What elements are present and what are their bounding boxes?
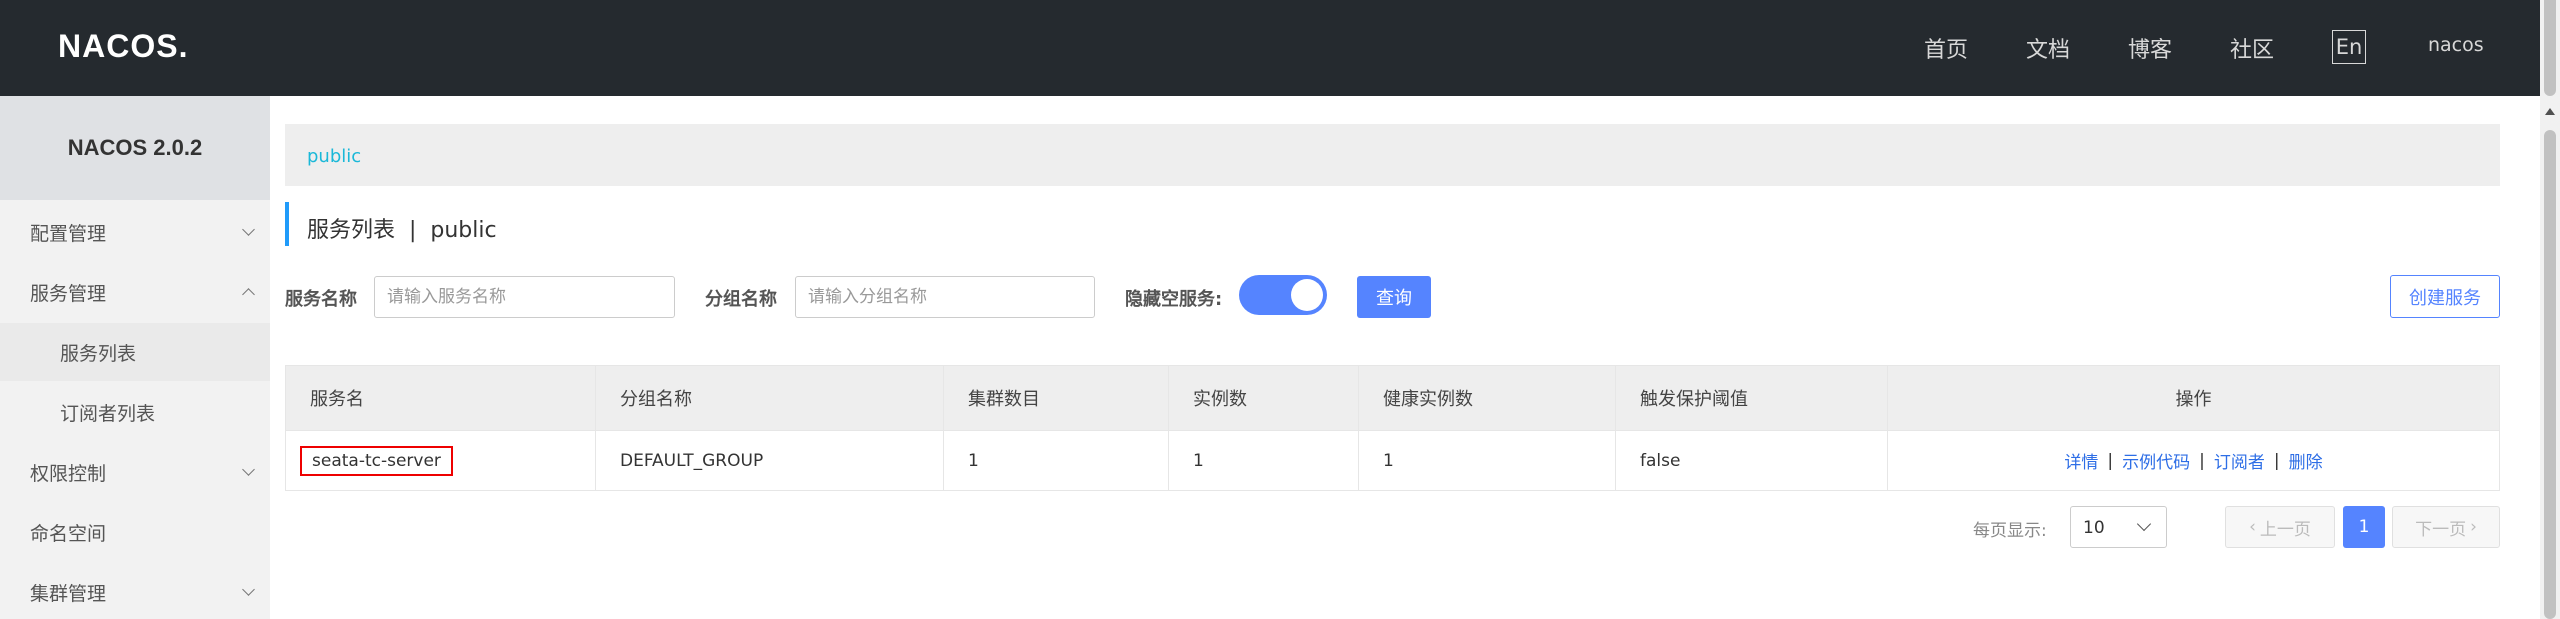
cell-instance-count: 1 [1169,431,1359,490]
nav-blog[interactable]: 博客 [2128,32,2172,64]
page-scrollbar[interactable] [2540,0,2560,619]
create-service-button[interactable]: 创建服务 [2390,275,2500,318]
nacos-logo[interactable]: NACOS. [58,28,188,65]
chevron-down-icon [242,222,255,236]
page-size-value: 10 [2083,518,2105,538]
page-number-1[interactable]: 1 [2343,506,2385,548]
column-header-healthy-instances: 健康实例数 [1359,366,1616,430]
page-size-select[interactable]: 10 [2070,506,2167,548]
sidebar-version-title: NACOS 2.0.2 [0,96,270,200]
toggle-knob [1291,279,1323,311]
cell-healthy-instances: 1 [1359,431,1616,490]
cell-group-name: DEFAULT_GROUP [596,431,944,490]
sidebar-item-service-management[interactable]: 服务管理 [0,263,270,321]
action-subscribers-link[interactable]: 订阅者 [2214,448,2265,473]
namespace-bar: public [285,124,2500,186]
chevron-down-icon [2136,516,2152,532]
chevron-down-icon [242,462,255,476]
cell-actions: 详情 | 示例代码 | 订阅者 | 删除 [1888,431,2499,490]
sidebar-item-cluster-management[interactable]: 集群管理 [0,563,270,619]
group-name-label: 分组名称 [705,289,777,310]
sidebar-item-label: 配置管理 [30,222,107,245]
chevron-down-icon [242,582,255,596]
sidebar-item-label: 权限控制 [30,462,107,485]
service-name-highlighted: seata-tc-server [300,445,453,476]
action-separator: | [2273,450,2280,471]
cell-protect-threshold: false [1616,431,1888,490]
group-name-input[interactable] [795,276,1095,318]
scrollbar-thumb[interactable] [2544,130,2556,619]
sidebar-item-config-management[interactable]: 配置管理 [0,203,270,261]
cell-cluster-count: 1 [944,431,1169,490]
language-switch-button[interactable]: En [2332,30,2366,64]
page-size-label: 每页显示: [1973,521,2047,541]
service-name-input[interactable] [374,276,675,318]
service-name-label: 服务名称 [285,289,357,310]
action-separator: | [2107,450,2114,471]
nav-community[interactable]: 社区 [2230,32,2274,64]
top-navbar: NACOS. 首页 文档 博客 社区 En nacos [0,0,2540,96]
page-title: 服务列表 | public [307,218,497,243]
column-header-instance-count: 实例数 [1169,366,1359,430]
sidebar-item-label: 命名空间 [30,522,107,545]
cell-service-name: seata-tc-server [286,431,596,490]
sidebar-item-access-control[interactable]: 权限控制 [0,443,270,501]
next-page-button[interactable]: 下一页 › [2392,506,2500,548]
sidebar-item-namespace[interactable]: 命名空间 [0,503,270,561]
column-header-protect-threshold: 触发保护阈值 [1616,366,1888,430]
sidebar-item-label: 服务管理 [30,282,107,305]
column-header-group-name: 分组名称 [596,366,944,430]
sidebar-item-service-list[interactable]: 服务列表 [0,323,270,381]
chevron-up-icon [242,287,255,301]
namespace-link-public[interactable]: public [307,146,361,167]
action-details-link[interactable]: 详情 [2064,448,2098,473]
scroll-up-arrow-icon[interactable] [2545,108,2555,115]
chevron-right-icon: › [2470,517,2477,537]
nav-docs[interactable]: 文档 [2026,32,2070,64]
sidebar-item-label: 服务列表 [60,342,137,365]
action-separator: | [2199,450,2205,471]
sidebar-item-label: 订阅者列表 [60,402,156,425]
sidebar-item-subscriber-list[interactable]: 订阅者列表 [0,383,270,441]
service-table: 服务名 分组名称 集群数目 实例数 健康实例数 触发保护阈值 操作 seata-… [285,365,2500,491]
nav-home[interactable]: 首页 [1924,32,1968,64]
search-button[interactable]: 查询 [1357,276,1431,318]
column-header-cluster-count: 集群数目 [944,366,1169,430]
column-header-service-name: 服务名 [286,366,596,430]
sidebar-item-label: 集群管理 [30,582,107,605]
action-sample-code-link[interactable]: 示例代码 [2122,448,2190,473]
prev-page-label: 上一页 [2259,519,2311,540]
page-title-block: 服务列表 | public [285,202,497,246]
prev-page-button[interactable]: ‹ 上一页 [2225,506,2335,548]
table-header: 服务名 分组名称 集群数目 实例数 健康实例数 触发保护阈值 操作 [286,366,2499,430]
chevron-left-icon: ‹ [2249,517,2256,537]
column-header-actions: 操作 [2175,389,2212,410]
hide-empty-services-label: 隐藏空服务: [1125,289,1223,310]
user-menu[interactable]: nacos [2428,34,2484,56]
scrollbar-top-segment [2544,0,2556,96]
action-delete-link[interactable]: 删除 [2289,448,2323,473]
next-page-label: 下一页 [2415,519,2467,540]
table-row: seata-tc-server DEFAULT_GROUP 1 1 1 fals… [286,430,2499,490]
hide-empty-services-toggle[interactable] [1239,275,1327,315]
